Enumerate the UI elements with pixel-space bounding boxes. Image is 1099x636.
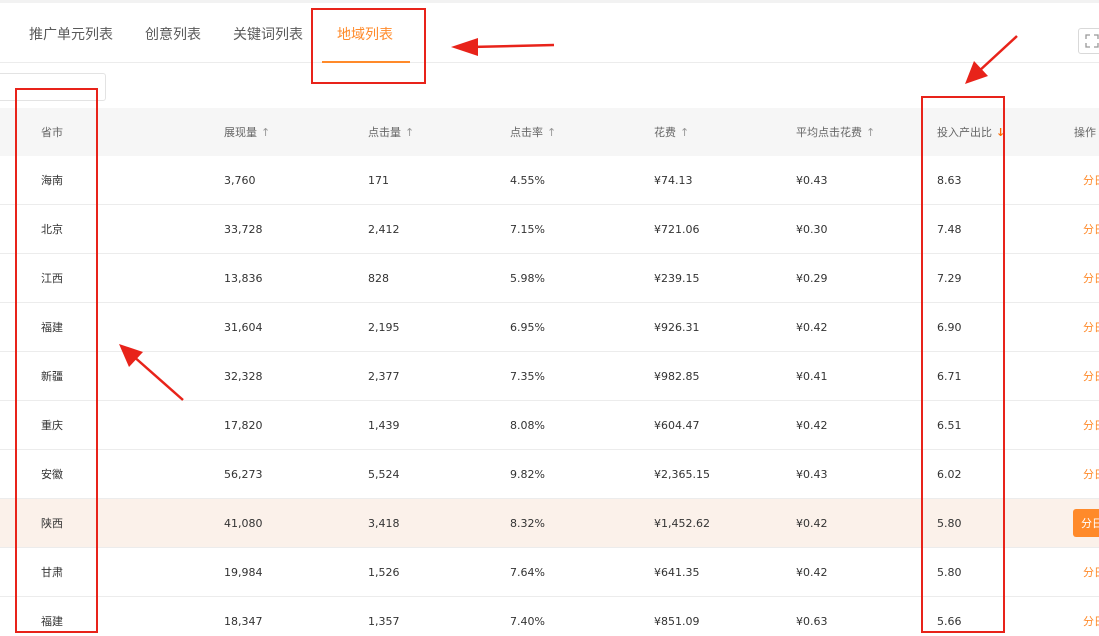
cell-actions: 分日 bbox=[1083, 450, 1099, 498]
column-header-ctr[interactable]: 点击率 ↑ bbox=[510, 108, 556, 156]
cell-clicks: 2,195 bbox=[368, 320, 400, 334]
daily-breakdown-link[interactable]: 分日 bbox=[1083, 564, 1099, 580]
daily-breakdown-link[interactable]: 分日 bbox=[1073, 509, 1099, 537]
tab-creative-list[interactable]: 创意列表 bbox=[145, 24, 201, 44]
cell-clicks: 828 bbox=[368, 271, 389, 285]
cell-avg-cpc: ¥0.29 bbox=[796, 271, 828, 285]
cell-avg-cpc: ¥0.42 bbox=[796, 565, 828, 579]
cell-clicks: 1,357 bbox=[368, 614, 400, 628]
cell-impressions: 32,328 bbox=[224, 369, 263, 383]
cell-ctr: 5.98% bbox=[510, 271, 545, 285]
daily-breakdown-link[interactable]: 分日 bbox=[1083, 319, 1099, 335]
cell-actions: 分日 bbox=[1083, 205, 1099, 253]
cell-avg-cpc: ¥0.41 bbox=[796, 369, 828, 383]
top-divider bbox=[0, 0, 1099, 3]
cell-ctr: 7.35% bbox=[510, 369, 545, 383]
column-header-clicks[interactable]: 点击量 ↑ bbox=[368, 108, 414, 156]
cell-cost: ¥851.09 bbox=[654, 614, 700, 628]
cell-actions: 分日 bbox=[1083, 254, 1099, 302]
daily-breakdown-link[interactable]: 分日 bbox=[1083, 466, 1099, 482]
cell-impressions: 56,273 bbox=[224, 467, 263, 481]
cell-cost: ¥1,452.62 bbox=[654, 516, 710, 530]
cell-impressions: 18,347 bbox=[224, 614, 263, 628]
cell-cost: ¥641.35 bbox=[654, 565, 700, 579]
cell-impressions: 19,984 bbox=[224, 565, 263, 579]
cell-actions: 分日 bbox=[1073, 499, 1099, 547]
cell-avg-cpc: ¥0.42 bbox=[796, 320, 828, 334]
cell-avg-cpc: ¥0.42 bbox=[796, 516, 828, 530]
cell-cost: ¥982.85 bbox=[654, 369, 700, 383]
daily-breakdown-link[interactable]: 分日 bbox=[1083, 613, 1099, 629]
sort-asc-icon: ↑ bbox=[261, 125, 271, 139]
cell-impressions: 17,820 bbox=[224, 418, 263, 432]
cell-avg-cpc: ¥0.30 bbox=[796, 222, 828, 236]
cell-clicks: 3,418 bbox=[368, 516, 400, 530]
cell-actions: 分日 bbox=[1083, 401, 1099, 449]
sort-asc-icon: ↑ bbox=[547, 125, 557, 139]
daily-breakdown-link[interactable]: 分日 bbox=[1083, 172, 1099, 188]
cell-ctr: 8.08% bbox=[510, 418, 545, 432]
daily-breakdown-link[interactable]: 分日 bbox=[1083, 368, 1099, 384]
cell-ctr: 9.82% bbox=[510, 467, 545, 481]
cell-ctr: 4.55% bbox=[510, 173, 545, 187]
cell-avg-cpc: ¥0.63 bbox=[796, 614, 828, 628]
cell-actions: 分日 bbox=[1083, 156, 1099, 204]
expand-button[interactable] bbox=[1078, 28, 1099, 54]
cell-impressions: 41,080 bbox=[224, 516, 263, 530]
cell-clicks: 2,412 bbox=[368, 222, 400, 236]
daily-breakdown-link[interactable]: 分日 bbox=[1083, 270, 1099, 286]
cell-cost: ¥926.31 bbox=[654, 320, 700, 334]
cell-impressions: 3,760 bbox=[224, 173, 256, 187]
column-header-actions: 操作 bbox=[1074, 126, 1096, 139]
sort-asc-icon: ↑ bbox=[866, 125, 876, 139]
cell-clicks: 1,526 bbox=[368, 565, 400, 579]
cell-cost: ¥604.47 bbox=[654, 418, 700, 432]
annotation-box-roi-column bbox=[921, 96, 1005, 633]
cell-actions: 分日 bbox=[1083, 597, 1099, 636]
cell-impressions: 31,604 bbox=[224, 320, 263, 334]
daily-breakdown-link[interactable]: 分日 bbox=[1083, 221, 1099, 237]
cell-actions: 分日 bbox=[1083, 303, 1099, 351]
tab-bar: 推广单元列表 创意列表 关键词列表 地域列表 bbox=[0, 8, 1099, 63]
cell-avg-cpc: ¥0.43 bbox=[796, 467, 828, 481]
tab-keyword-list[interactable]: 关键词列表 bbox=[233, 24, 303, 44]
cell-ctr: 7.40% bbox=[510, 614, 545, 628]
cell-clicks: 5,524 bbox=[368, 467, 400, 481]
expand-icon bbox=[1085, 34, 1099, 48]
cell-clicks: 2,377 bbox=[368, 369, 400, 383]
annotation-box-region-column bbox=[15, 88, 98, 633]
tab-ad-unit-list[interactable]: 推广单元列表 bbox=[29, 24, 113, 44]
cell-cost: ¥74.13 bbox=[654, 173, 693, 187]
cell-impressions: 33,728 bbox=[224, 222, 263, 236]
cell-cost: ¥2,365.15 bbox=[654, 467, 710, 481]
cell-cost: ¥239.15 bbox=[654, 271, 700, 285]
sort-asc-icon: ↑ bbox=[405, 125, 415, 139]
cell-actions: 分日 bbox=[1083, 352, 1099, 400]
sort-asc-icon: ↑ bbox=[680, 125, 690, 139]
cell-clicks: 1,439 bbox=[368, 418, 400, 432]
annotation-box-region-tab bbox=[311, 8, 426, 84]
column-header-cost[interactable]: 花费 ↑ bbox=[654, 108, 689, 156]
cell-ctr: 7.64% bbox=[510, 565, 545, 579]
cell-cost: ¥721.06 bbox=[654, 222, 700, 236]
cell-clicks: 171 bbox=[368, 173, 389, 187]
cell-avg-cpc: ¥0.42 bbox=[796, 418, 828, 432]
cell-ctr: 6.95% bbox=[510, 320, 545, 334]
cell-actions: 分日 bbox=[1083, 548, 1099, 596]
cell-impressions: 13,836 bbox=[224, 271, 263, 285]
cell-avg-cpc: ¥0.43 bbox=[796, 173, 828, 187]
daily-breakdown-link[interactable]: 分日 bbox=[1083, 417, 1099, 433]
column-header-impressions[interactable]: 展现量 ↑ bbox=[224, 108, 270, 156]
column-header-avg-cpc[interactable]: 平均点击花费 ↑ bbox=[796, 108, 875, 156]
cell-ctr: 8.32% bbox=[510, 516, 545, 530]
cell-ctr: 7.15% bbox=[510, 222, 545, 236]
